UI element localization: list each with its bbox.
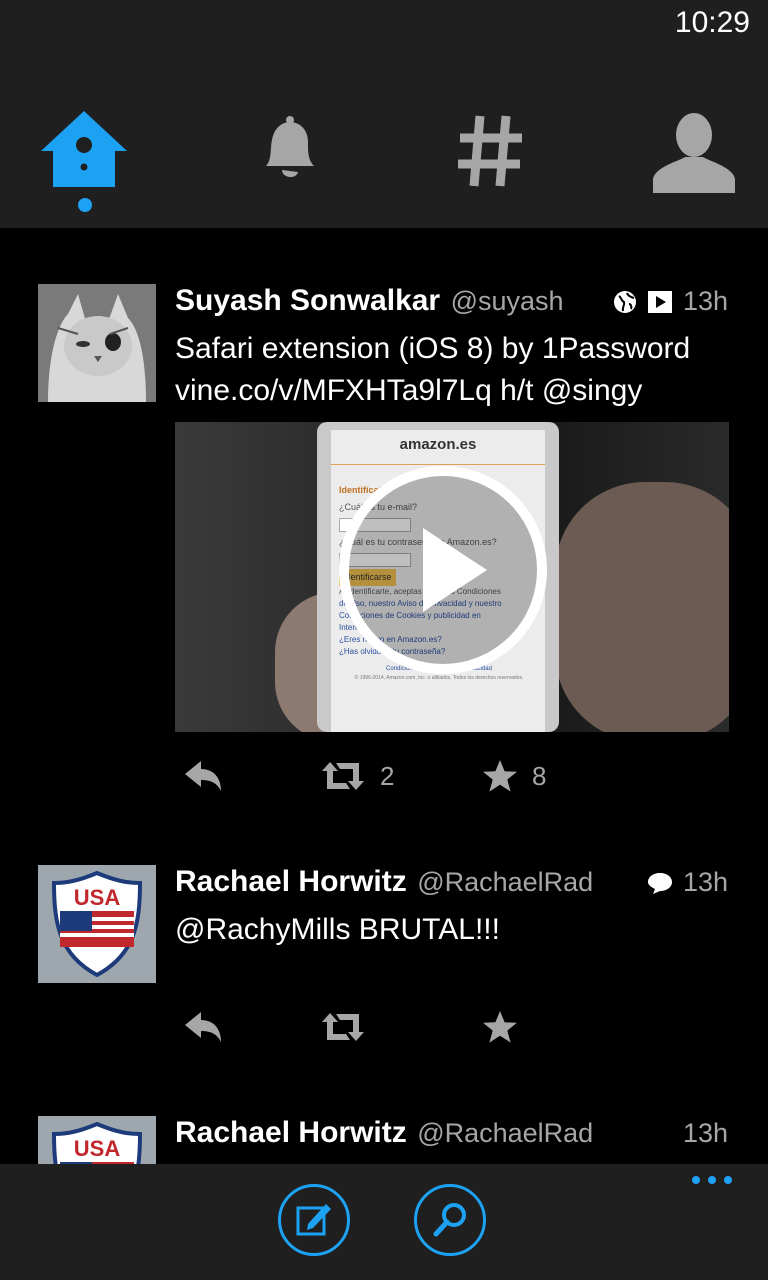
- tweet-header: Rachael Horwitz @RachaelRad 13h: [175, 865, 728, 905]
- ellipsis-dot: [708, 1176, 716, 1184]
- tab-profile[interactable]: [644, 100, 744, 200]
- retweet-button[interactable]: [320, 1010, 366, 1044]
- reply-icon: [185, 1012, 221, 1042]
- favorite-button[interactable]: 8: [482, 759, 546, 793]
- tweet-author-handle: @RachaelRad: [417, 867, 594, 897]
- video-icon: [647, 290, 672, 313]
- top-nav: [0, 60, 768, 228]
- tweet-actions: [175, 1010, 729, 1050]
- favorite-button[interactable]: [482, 1010, 518, 1044]
- tweet-text: Safari extension (iOS 8) by 1Password vi…: [175, 328, 735, 412]
- hashtag-icon: [458, 115, 522, 187]
- reply-button[interactable]: [183, 1010, 223, 1044]
- tweet-author-name[interactable]: Rachael Horwitz: [175, 865, 407, 898]
- retweet-button[interactable]: 2: [320, 759, 394, 793]
- birdhouse-home-icon: [41, 111, 127, 187]
- search-icon: [433, 1203, 466, 1237]
- star-icon: [483, 760, 517, 792]
- retweet-count: 2: [380, 760, 395, 791]
- tab-discover[interactable]: [440, 100, 540, 200]
- star-icon: [483, 1011, 517, 1043]
- timeline-feed[interactable]: Suyash Sonwalkar @suyash 13h Safari exte…: [0, 228, 768, 1164]
- person-icon: [653, 113, 735, 193]
- retweet-icon: [322, 1013, 364, 1041]
- tab-notifications[interactable]: [238, 100, 338, 200]
- globe-icon: [613, 290, 636, 313]
- compose-tweet-button[interactable]: [278, 1184, 350, 1256]
- tweet-text: @RachyMills BRUTAL!!!: [175, 909, 735, 951]
- header-divider: [331, 464, 545, 465]
- tweet-text-link-line[interactable]: vine.co/v/MFXHTa9l7Lq h/t @singy: [175, 370, 735, 412]
- tweet-text-line: Safari extension (iOS 8) by 1Password: [175, 332, 691, 365]
- tweet-text-line: @RachyMills BRUTAL!!!: [175, 913, 500, 946]
- tweet-time: 13h: [682, 867, 728, 897]
- tweet-author-name[interactable]: Rachael Horwitz: [175, 1116, 407, 1149]
- reply-icon: [185, 761, 221, 791]
- video-thumbnail[interactable]: amazon.es Identifícate ¿Cuál es tu e-mai…: [175, 422, 729, 732]
- play-button[interactable]: [339, 466, 547, 674]
- usa-shield-image: [51, 870, 143, 978]
- tweet-time: 13h: [682, 286, 728, 316]
- play-icon: [423, 528, 487, 612]
- status-bar: 10:29: [0, 0, 768, 60]
- tweet-time: 13h: [682, 1118, 728, 1148]
- hand-shape: [555, 482, 729, 732]
- avatar[interactable]: USA: [38, 1116, 156, 1164]
- avatar-text: USA: [73, 1136, 121, 1161]
- tweet-author-handle: @RachaelRad: [417, 1118, 594, 1148]
- search-button[interactable]: [414, 1184, 486, 1256]
- clock: 10:29: [674, 6, 750, 39]
- screen-line: © 1996-2014, Amazon.com, Inc. o afiliado…: [354, 675, 524, 681]
- tweet-header: Suyash Sonwalkar @suyash 13h: [175, 284, 728, 324]
- tab-home[interactable]: [34, 100, 134, 200]
- ellipsis-dot: [724, 1176, 732, 1184]
- kitten-avatar-image: [38, 284, 156, 402]
- tweet-actions: 2 8: [175, 759, 729, 799]
- bell-icon: [266, 116, 314, 178]
- avatar-text: USA: [73, 885, 121, 910]
- avatar[interactable]: [38, 284, 156, 402]
- more-options-button[interactable]: [692, 1176, 732, 1184]
- reply-button[interactable]: [183, 759, 223, 793]
- ellipsis-dot: [692, 1176, 700, 1184]
- favorite-count: 8: [532, 760, 547, 791]
- amazon-logo: amazon.es: [399, 436, 477, 453]
- retweet-icon: [322, 762, 364, 790]
- active-tab-indicator: [78, 198, 92, 212]
- tweet-author-name[interactable]: Suyash Sonwalkar: [175, 284, 440, 317]
- tweet-header: Rachael Horwitz @RachaelRad 13h: [175, 1116, 728, 1156]
- tweet-author-handle: @suyash: [450, 286, 564, 316]
- compose-icon: [296, 1204, 331, 1236]
- avatar[interactable]: USA: [38, 865, 156, 983]
- conversation-icon: [647, 872, 672, 894]
- app-bar: [0, 1164, 768, 1280]
